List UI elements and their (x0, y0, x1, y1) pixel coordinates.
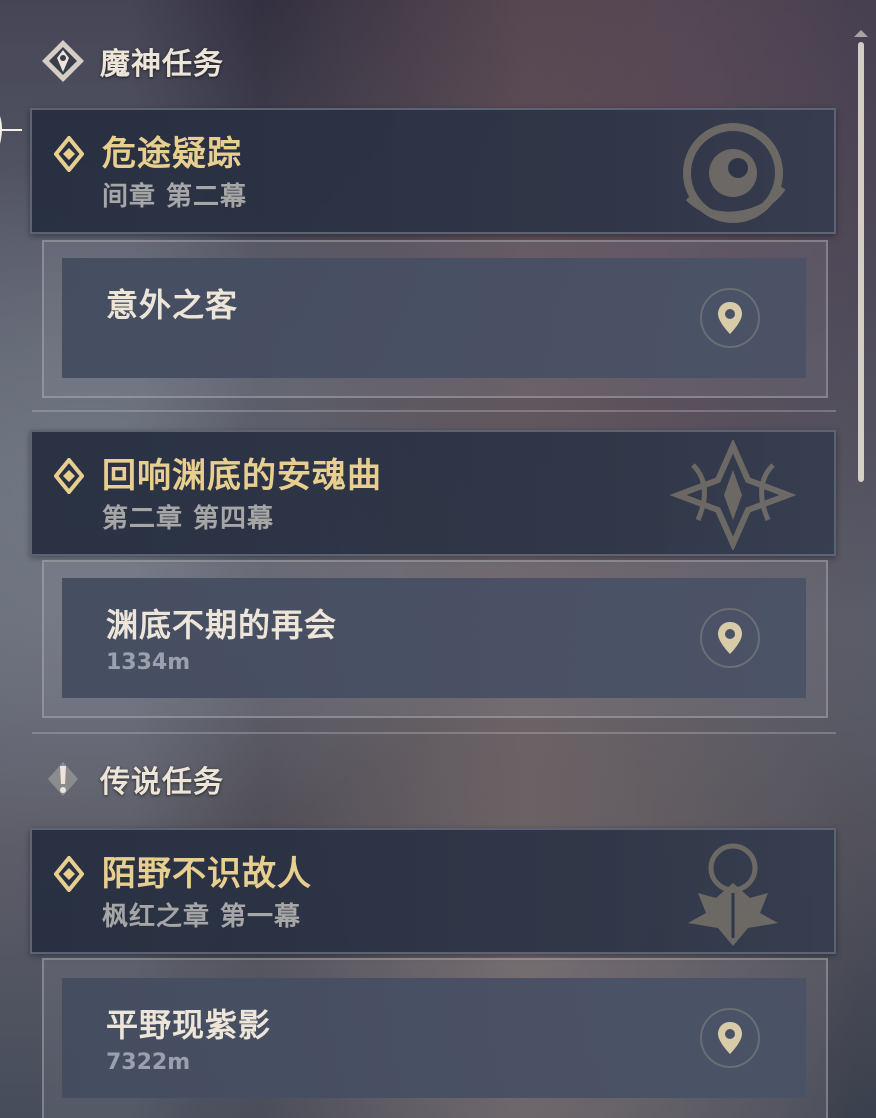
quest-chapter: 第二章 第四幕 (102, 504, 275, 534)
quest-title: 陌野不识故人 (102, 854, 312, 894)
location-pin-icon (718, 1022, 742, 1054)
archon-quest-icon (42, 40, 84, 82)
navigate-button[interactable] (700, 288, 760, 348)
quest-header[interactable]: 陌野不识故人 枫红之章 第一幕 (30, 828, 836, 954)
navigate-button[interactable] (700, 608, 760, 668)
divider (32, 732, 836, 734)
location-pin-icon (718, 622, 742, 654)
sub-quest-name: 渊底不期的再会 (106, 606, 338, 644)
quest-header[interactable]: 危途疑踪 间章 第二幕 (30, 108, 836, 234)
navigate-button[interactable] (700, 1008, 760, 1068)
quest-chapter: 枫红之章 第一幕 (102, 902, 302, 932)
sub-quest-name: 平野现紫影 (106, 1006, 272, 1044)
category-archon-quest[interactable]: 魔神任务 (40, 38, 224, 84)
quest-title: 危途疑踪 (102, 134, 242, 174)
category-label: 传说任务 (100, 765, 224, 800)
abyss-emblem-icon (669, 440, 797, 550)
maple-leaf-emblem-icon (688, 843, 778, 946)
sub-quest-distance: 1334m (106, 650, 191, 675)
sub-quest-distance: 7322m (106, 1050, 191, 1075)
sub-quest-card[interactable]: 平野现紫影 7322m (62, 978, 806, 1098)
category-label: 魔神任务 (100, 47, 224, 82)
sub-quest-card[interactable]: 渊底不期的再会 1334m (62, 578, 806, 698)
sub-quest-card[interactable]: 意外之客 (62, 258, 806, 378)
sub-quest-name: 意外之客 (106, 286, 239, 324)
quest-chapter: 间章 第二幕 (102, 182, 248, 212)
quest-diamond-icon (54, 856, 84, 892)
character-emblem-icon (683, 123, 786, 223)
scrollbar-thumb[interactable] (858, 42, 864, 482)
story-quest-icon (48, 762, 78, 796)
category-story-quest[interactable]: 传说任务 (40, 756, 224, 802)
scroll-up-arrow[interactable] (854, 30, 868, 37)
quest-title: 回响渊底的安魂曲 (102, 456, 382, 496)
selected-star-icon (0, 116, 22, 144)
quest-header[interactable]: 回响渊底的安魂曲 第二章 第四幕 (30, 430, 836, 556)
location-pin-icon (718, 302, 742, 334)
quest-diamond-icon (54, 458, 84, 494)
divider (32, 410, 836, 412)
quest-diamond-icon (54, 136, 84, 172)
